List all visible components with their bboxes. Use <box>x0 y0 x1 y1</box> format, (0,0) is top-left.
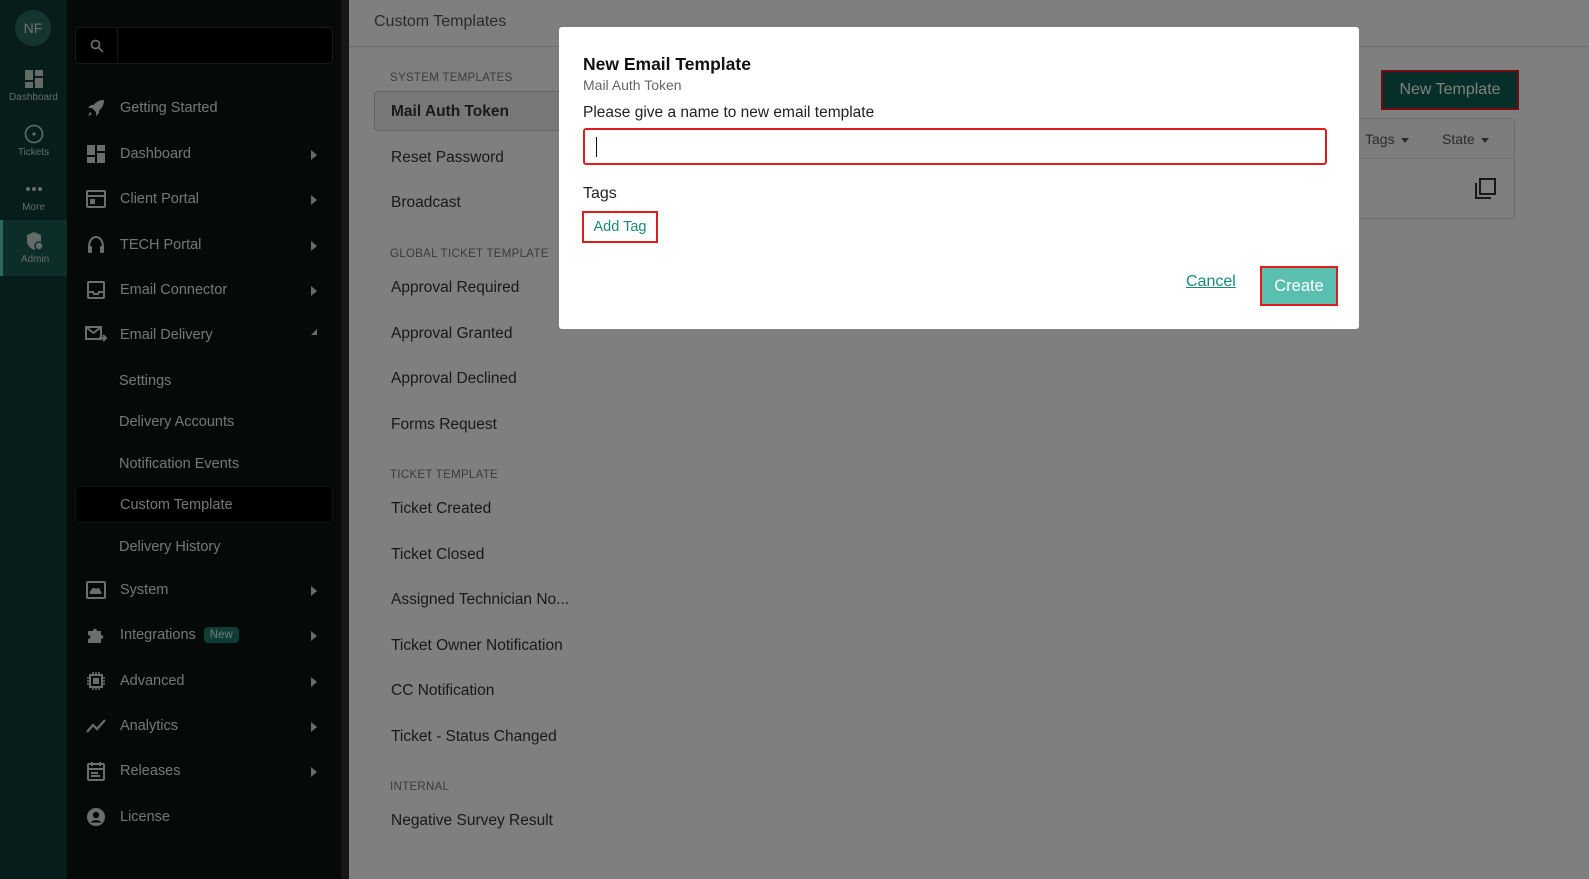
template-name-label: Please give a name to new email template <box>583 104 875 121</box>
tags-label: Tags <box>583 185 617 202</box>
text-cursor <box>596 137 597 157</box>
dialog-subtitle: Mail Auth Token <box>583 77 682 93</box>
dialog-title: New Email Template <box>583 54 751 74</box>
add-tag-button[interactable]: Add Tag <box>582 211 658 243</box>
template-name-input[interactable] <box>583 128 1327 165</box>
create-button[interactable]: Create <box>1260 266 1338 306</box>
cancel-button[interactable]: Cancel <box>1186 273 1236 291</box>
new-email-template-dialog: New Email Template Mail Auth Token Pleas… <box>559 27 1359 329</box>
